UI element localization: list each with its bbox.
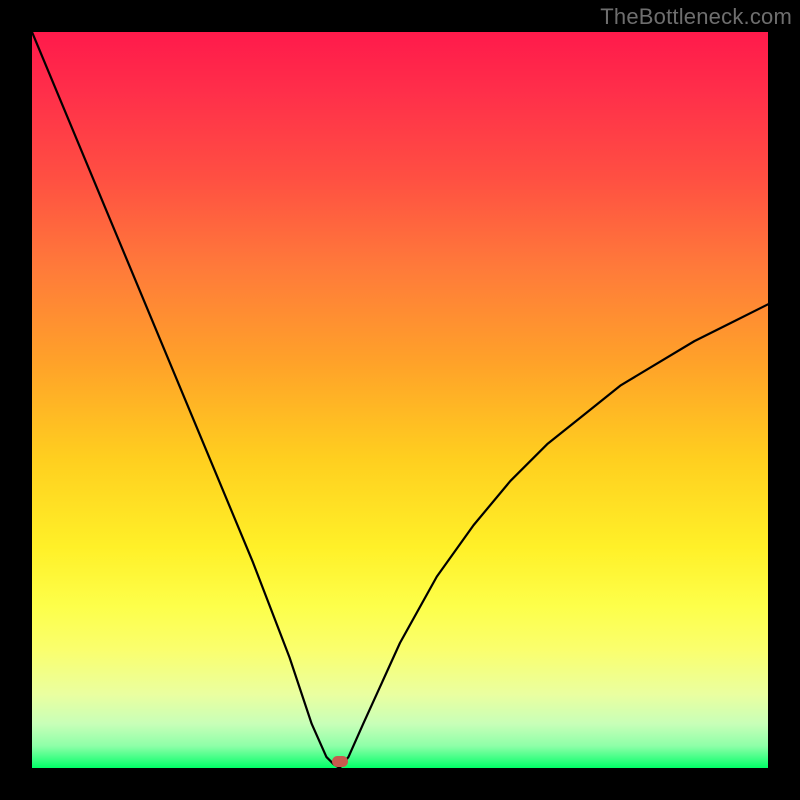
watermark-label: TheBottleneck.com [600,4,792,30]
bottleneck-curve [32,32,768,768]
optimal-point-marker [332,756,348,767]
chart-frame: TheBottleneck.com [0,0,800,800]
plot-area [32,32,768,768]
